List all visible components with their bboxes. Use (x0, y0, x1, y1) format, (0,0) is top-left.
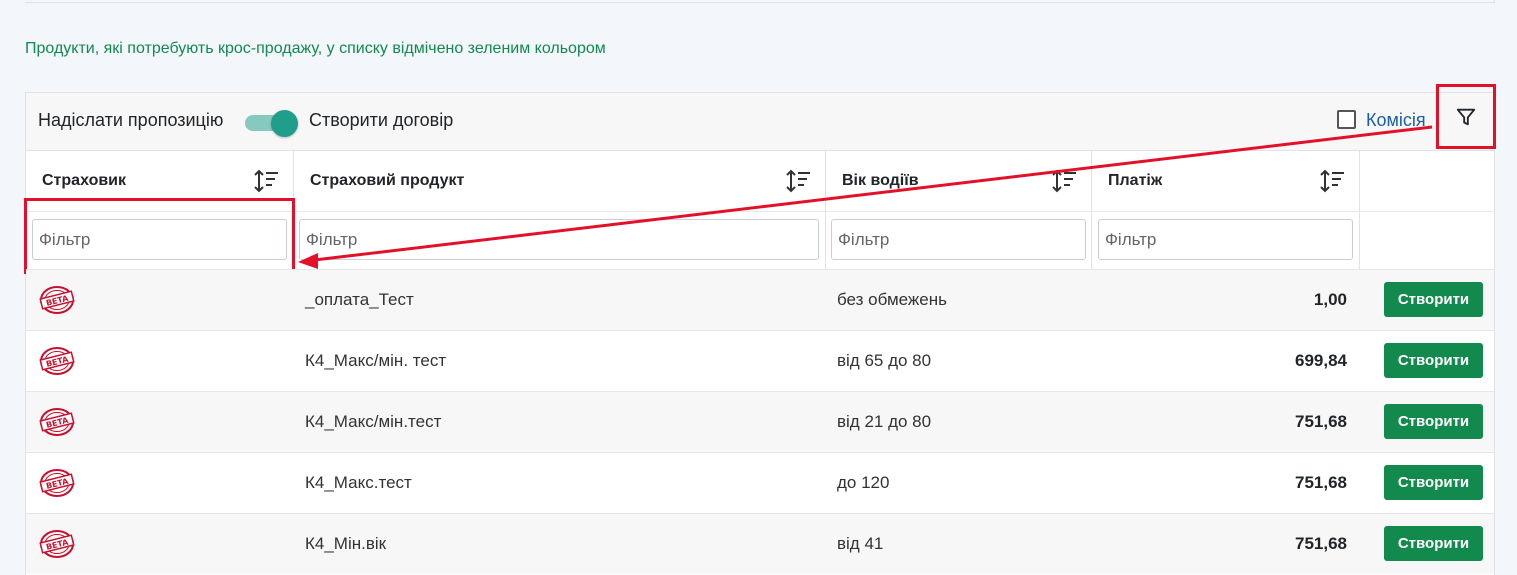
beta-badge-icon: BETA (38, 284, 76, 321)
payment-cell: 699,84 (1295, 351, 1347, 370)
age-cell: від 21 до 80 (837, 412, 932, 431)
product-cell: К4_Макс.тест (305, 473, 412, 492)
create-button[interactable]: Створити (1384, 282, 1483, 317)
column-driver-age-label: Вік водіїв (842, 172, 919, 189)
column-insurer-label: Страховик (42, 172, 127, 189)
column-product-label: Страховий продукт (310, 172, 465, 189)
cross-sell-notice: Продукти, які потребують крос-продажу, у… (25, 40, 606, 57)
sort-icon[interactable] (253, 168, 279, 194)
age-cell: від 41 (837, 534, 884, 553)
create-button[interactable]: Створити (1384, 465, 1483, 500)
beta-badge-icon: BETA (38, 528, 76, 565)
payment-cell: 751,68 (1295, 412, 1347, 431)
create-button[interactable]: Створити (1384, 404, 1483, 439)
sort-icon[interactable] (1319, 168, 1345, 194)
offer-contract-toggle[interactable] (245, 109, 299, 137)
beta-badge-icon: BETA (38, 406, 76, 443)
create-button[interactable]: Створити (1384, 343, 1483, 378)
sort-icon[interactable] (1051, 168, 1077, 194)
table-row: BETA К4_Макс/мін.тест від 21 до 80 751,6… (26, 391, 1494, 452)
beta-badge-icon: BETA (38, 345, 76, 382)
product-cell: К4_Макс/мін.тест (305, 412, 442, 431)
filter-toggle-button[interactable] (1436, 84, 1496, 149)
create-button[interactable]: Створити (1384, 526, 1483, 561)
payment-cell: 751,68 (1295, 534, 1347, 553)
payment-filter-input[interactable] (1098, 219, 1353, 260)
commission-checkbox[interactable] (1337, 110, 1356, 129)
payment-cell: 1,00 (1313, 290, 1347, 309)
product-cell: _оплата_Тест (305, 290, 414, 309)
beta-badge-icon: BETA (38, 467, 76, 504)
previous-card-bottom (25, 0, 1495, 3)
age-cell: від 65 до 80 (837, 351, 932, 370)
send-offer-label: Надіслати пропозицію (38, 110, 224, 130)
commission-label[interactable]: Комісія (1366, 110, 1426, 131)
sort-icon[interactable] (785, 168, 811, 194)
products-table-body: BETA _оплата_Тест без обмежень 1,00 Ство… (26, 269, 1494, 574)
products-panel: Надіслати пропозицію Створити договір Ко… (24, 84, 1496, 575)
age-filter-input[interactable] (831, 219, 1086, 260)
age-cell: до 120 (837, 473, 890, 492)
annotation-highlight-filter (24, 198, 295, 274)
age-cell: без обмежень (837, 290, 947, 309)
table-row: BETA К4_Мін.вік від 41 751,68 Створити (26, 513, 1494, 574)
toggle-knob (271, 110, 298, 137)
product-cell: К4_Макс/мін. тест (305, 351, 447, 370)
table-row: BETA К4_Макс/мін. тест від 65 до 80 699,… (26, 330, 1494, 391)
column-payment-label: Платіж (1108, 172, 1163, 189)
filter-icon (1456, 108, 1476, 125)
table-row: BETA _оплата_Тест без обмежень 1,00 Ство… (26, 269, 1494, 330)
product-filter-input[interactable] (299, 219, 819, 260)
table-row: BETA К4_Макс.тест до 120 751,68 Створити (26, 452, 1494, 513)
create-contract-label: Створити договір (309, 110, 454, 130)
panel-toolbar: Надіслати пропозицію Створити договір Ко… (26, 84, 1496, 151)
product-cell: К4_Мін.вік (305, 534, 387, 553)
payment-cell: 751,68 (1295, 473, 1347, 492)
